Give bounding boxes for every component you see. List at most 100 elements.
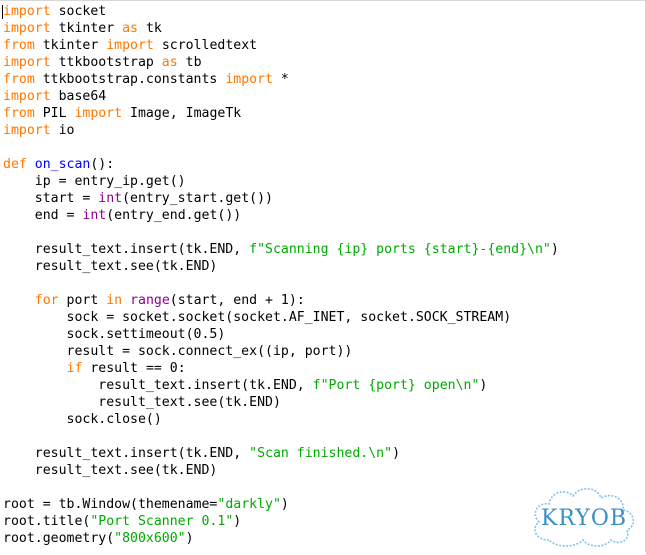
code-token: (entry_end.get()) bbox=[106, 208, 242, 223]
code-editor[interactable]: import socket import tkinter as tk from tk… bbox=[0, 0, 646, 552]
code-token: scrolledtext bbox=[153, 38, 258, 53]
function-name-token: on_scan bbox=[34, 157, 91, 172]
keyword-token: import bbox=[3, 4, 51, 19]
code-token: socket bbox=[50, 4, 107, 19]
keyword-token: import bbox=[3, 21, 51, 36]
keyword-token: as bbox=[161, 55, 178, 70]
string-token: "Scan finished.\n" bbox=[249, 446, 393, 461]
code-token: port bbox=[58, 293, 107, 308]
code-line[interactable]: result_text.see(tk.END) bbox=[3, 394, 559, 411]
code-token: (entry_start.get()) bbox=[122, 191, 273, 206]
code-token: ip = entry_ip.get() bbox=[3, 174, 186, 189]
builtin-token: range bbox=[130, 293, 170, 308]
string-token: f"Port {port} open\n" bbox=[312, 378, 480, 393]
keyword-token: from bbox=[3, 38, 35, 53]
code-line[interactable]: import io bbox=[3, 122, 559, 139]
string-token: "Port Scanner 0.1" bbox=[90, 514, 234, 529]
code-line[interactable]: ip = entry_ip.get() bbox=[3, 173, 559, 190]
code-token: io bbox=[50, 123, 75, 138]
code-line[interactable]: sock = socket.socket(socket.AF_INET, soc… bbox=[3, 309, 559, 326]
code-line[interactable]: result_text.insert(tk.END, f"Port {port}… bbox=[3, 377, 559, 394]
string-token: "darkly" bbox=[217, 497, 281, 512]
code-line[interactable] bbox=[3, 428, 559, 445]
code-line[interactable]: if result == 0: bbox=[3, 360, 559, 377]
code-line[interactable]: start = int(entry_start.get()) bbox=[3, 190, 559, 207]
code-token: start = bbox=[3, 191, 99, 206]
code-line[interactable]: import tkinter as tk bbox=[3, 20, 559, 37]
code-token: result_text.see(tk.END) bbox=[3, 463, 218, 478]
code-token: ) bbox=[185, 531, 194, 546]
code-token: tkinter bbox=[34, 38, 107, 53]
code-area[interactable]: import socket import tkinter as tk from tk… bbox=[3, 3, 559, 547]
code-line[interactable]: root.geometry("800x600") bbox=[3, 530, 559, 547]
code-line[interactable]: result_text.insert(tk.END, "Scan finishe… bbox=[3, 445, 559, 462]
code-token: root = tb.Window(themename= bbox=[3, 497, 218, 512]
code-line[interactable]: import ttkbootstrap as tb bbox=[3, 54, 559, 71]
code-token: tkinter bbox=[50, 21, 123, 36]
code-token: ttkbootstrap bbox=[50, 55, 162, 70]
code-token: sock.close() bbox=[3, 412, 162, 427]
code-line[interactable]: import base64 bbox=[3, 88, 559, 105]
code-line[interactable]: import socket bbox=[3, 3, 559, 20]
keyword-token: from bbox=[3, 106, 35, 121]
code-token: base64 bbox=[50, 89, 107, 104]
code-line[interactable]: root.title("Port Scanner 0.1") bbox=[3, 513, 559, 530]
keyword-token: if bbox=[66, 361, 83, 376]
keyword-token: import bbox=[3, 123, 51, 138]
code-line[interactable]: def on_scan(): bbox=[3, 156, 559, 173]
code-token: * bbox=[272, 72, 289, 87]
code-line[interactable]: result_text.see(tk.END) bbox=[3, 462, 559, 479]
code-token: PIL bbox=[34, 106, 75, 121]
code-line[interactable]: root = tb.Window(themename="darkly") bbox=[3, 496, 559, 513]
code-token: tk bbox=[138, 21, 162, 36]
code-token: result = sock.connect_ex((ip, port)) bbox=[3, 344, 353, 359]
code-line[interactable] bbox=[3, 224, 559, 241]
logo-text: KRYOB bbox=[540, 506, 628, 531]
code-line[interactable]: sock.close() bbox=[3, 411, 559, 428]
code-token: root.title( bbox=[3, 514, 91, 529]
code-token: result_text.insert(tk.END, bbox=[3, 242, 250, 257]
code-line[interactable]: result_text.insert(tk.END, f"Scanning {i… bbox=[3, 241, 559, 258]
code-line[interactable]: from tkinter import scrolledtext bbox=[3, 37, 559, 54]
keyword-token: as bbox=[122, 21, 138, 36]
code-token: ) bbox=[392, 446, 401, 461]
code-line[interactable]: sock.settimeout(0.5) bbox=[3, 326, 559, 343]
string-token: f"Scanning {ip} ports {start}-{end}\n" bbox=[249, 242, 551, 257]
code-token: result_text.insert(tk.END, bbox=[3, 446, 250, 461]
code-line[interactable] bbox=[3, 275, 559, 292]
code-token: (start, end + 1): bbox=[169, 293, 305, 308]
code-token: sock.settimeout(0.5) bbox=[3, 327, 226, 342]
keyword-token: import bbox=[74, 106, 123, 121]
code-token: end = bbox=[3, 208, 83, 223]
code-line[interactable] bbox=[3, 139, 559, 156]
code-token: Image, ImageTk bbox=[122, 106, 242, 121]
keyword-token: import bbox=[225, 72, 273, 87]
code-line[interactable]: from PIL import Image, ImageTk bbox=[3, 105, 559, 122]
code-token: result_text.see(tk.END) bbox=[3, 395, 281, 410]
code-token: sock = socket.socket(socket.AF_INET, soc… bbox=[3, 310, 512, 325]
code-line[interactable]: from ttkbootstrap.constants import * bbox=[3, 71, 559, 88]
keyword-token: import bbox=[3, 55, 51, 70]
code-token: tb bbox=[177, 55, 202, 70]
keyword-token: import bbox=[3, 89, 51, 104]
code-line[interactable]: for port in range(start, end + 1): bbox=[3, 292, 559, 309]
builtin-token: int bbox=[82, 208, 107, 223]
code-line[interactable] bbox=[3, 479, 559, 496]
keyword-token: def bbox=[3, 157, 27, 172]
builtin-token: int bbox=[98, 191, 123, 206]
code-token: result == 0: bbox=[82, 361, 186, 376]
keyword-token: in bbox=[106, 293, 123, 308]
code-token: (): bbox=[90, 157, 115, 172]
code-line[interactable]: result_text.see(tk.END) bbox=[3, 258, 559, 275]
keyword-token: from bbox=[3, 72, 35, 87]
code-token: ) bbox=[280, 497, 289, 512]
code-line[interactable]: result = sock.connect_ex((ip, port)) bbox=[3, 343, 559, 360]
code-token: result_text.insert(tk.END, bbox=[3, 378, 313, 393]
code-token: ) bbox=[233, 514, 242, 529]
code-token: ) bbox=[479, 378, 488, 393]
code-line[interactable]: end = int(entry_end.get()) bbox=[3, 207, 559, 224]
